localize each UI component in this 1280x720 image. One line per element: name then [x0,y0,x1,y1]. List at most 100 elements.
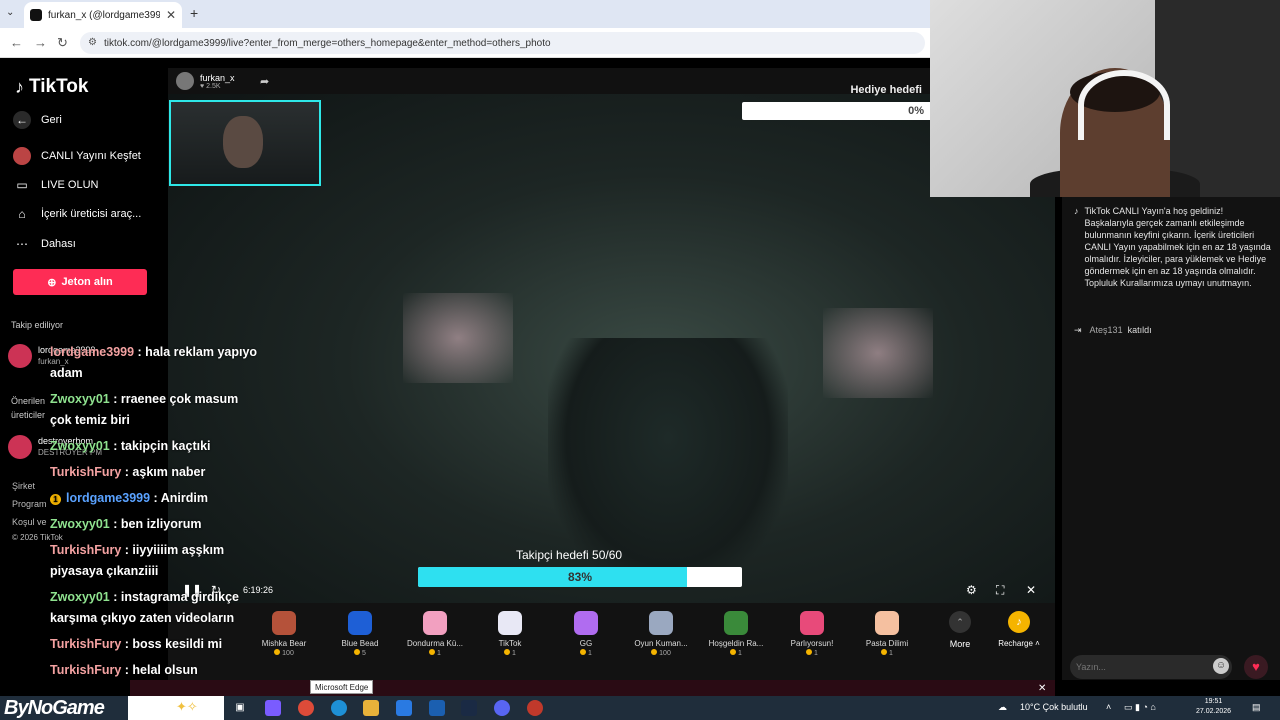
coin-icon: ♪ [1008,611,1030,633]
heart-icon[interactable]: ♥ [1244,655,1268,679]
discord-icon[interactable] [494,700,510,716]
tray-icons[interactable]: ▭ ▮ ◔ ⌂ [1124,702,1156,713]
sidebar-item-back[interactable]: ← Geri [13,111,62,129]
live-icon [13,147,31,165]
back-icon[interactable]: ← [10,35,23,50]
level-badge: 1 [50,494,61,505]
emoji-icon[interactable]: ☺ [1213,658,1229,674]
get-coins-button[interactable]: ⊕ Jeton alın [13,269,147,295]
copilot-icon[interactable] [265,700,281,716]
gift-item[interactable]: Blue Bead 5 [322,611,398,657]
gift-name: Pasta Dilimi [865,639,909,648]
tiktok-logo[interactable]: ♪ TikTok [15,76,88,98]
clock[interactable]: 19:51 27.02.2026 [1196,697,1231,717]
sidebar-item-label: Geri [41,114,62,126]
live-video-player[interactable]: furkan_x ♥ 2.5K ➦ Hediye hedefi 0% Takip… [168,68,1055,603]
tab-title: furkan_x (@lordgame3999) CANLI [48,9,160,21]
more-icon: ⋯ [16,237,28,251]
streamer-info[interactable]: furkan_x ♥ 2.5K [176,72,235,90]
sidebar-item-label: İçerik üreticisi araç... [41,208,142,220]
avatar [8,435,32,459]
coin-icon [354,649,361,655]
joined-user[interactable]: Ateş131 [1090,325,1123,335]
gift-price: 1 [738,650,742,657]
sidebar-item-creator-tools[interactable]: ⌂ İçerik üreticisi araç... [13,205,141,223]
sidebar-item-explore-live[interactable]: CANLI Yayını Keşfet [13,147,141,165]
browser-tab-bar: ⌄ furkan_x (@lordgame3999) CANLI ✕ + [0,0,930,28]
new-tab-icon[interactable]: + [190,5,198,21]
settings-icon[interactable]: ⚙ [966,583,977,597]
steam-icon[interactable] [461,700,477,716]
footer-copyright: © 2026 TikTok [12,533,63,542]
gift-item[interactable]: Pasta Dilimi 1 [849,611,925,657]
gift-item[interactable]: Hoşgeldin Ra... 1 [698,611,774,657]
weather-text[interactable]: 10°C Çok bulutlu [1020,702,1088,712]
gift-item[interactable]: Mishka Bear 100 [246,611,322,657]
footer-terms[interactable]: Koşul ve [12,517,47,527]
tab-list-icon[interactable]: ⌄ [6,7,14,18]
gift-item[interactable]: TikTok 1 [472,611,548,657]
gift-item[interactable]: GG 1 [548,611,624,657]
close-icon[interactable]: ✕ [1038,683,1046,694]
gift-image-icon [800,611,824,635]
browser-tab[interactable]: furkan_x (@lordgame3999) CANLI ✕ [24,2,182,28]
edge-icon[interactable] [331,700,347,716]
mail-icon[interactable] [429,700,445,716]
follow-goal-percent: 83% [567,570,593,584]
overlay-message-cont: piyasaya çıkanziiii [50,564,159,578]
gift-name: Dondurma Kü... [406,639,464,648]
coin-icon [580,649,587,655]
overlay-message: TurkishFury : aşkım naber [50,465,206,479]
webcam-overlay [930,0,1280,197]
clock-time: 19:51 [1204,698,1223,705]
gift-name: GG [579,639,593,648]
coin-icon [274,649,281,655]
streamer-name: furkan_x [200,72,235,83]
store-icon[interactable] [396,700,412,716]
forward-icon[interactable]: → [34,35,47,50]
file-explorer-icon[interactable] [363,700,379,716]
scene-light [823,308,933,398]
obs-icon[interactable] [527,700,543,716]
gift-item[interactable]: Dondurma Kü... 1 [397,611,473,657]
sidebar-item-go-live[interactable]: ▭ LIVE OLUN [13,176,98,194]
chrome-icon[interactable] [298,700,314,716]
gift-image-icon [348,611,372,635]
gift-item[interactable]: Oyun Kuman... 100 [623,611,699,657]
footer-program[interactable]: Program [12,499,47,509]
mute-icon[interactable]: ✕ [1026,583,1036,597]
arrow-left-icon: ← [13,111,31,129]
fullscreen-icon[interactable]: ⛶ [996,583,1004,598]
more-gifts-button[interactable]: ⌃ More [940,611,980,649]
streamer-cam-thumbnail [169,100,321,186]
sparkle-icon: ✦✧ [176,699,198,714]
site-info-icon[interactable]: ⚙ [88,37,97,48]
gift-image-icon [649,611,673,635]
recharge-button[interactable]: ♪ Recharge ˄ [991,611,1047,648]
gift-price: 5 [362,650,366,657]
share-icon[interactable]: ➦ [260,75,269,88]
gift-item[interactable]: Parlıyorsun! 1 [774,611,850,657]
weather-icon[interactable]: ☁ [998,702,1007,713]
sidebar-item-more[interactable]: ⋯ Dahası [13,235,76,253]
sidebar-item-label: LIVE OLUN [41,179,99,191]
address-bar: ← → ↻ ⚙ tiktok.com/@lordgame3999/live?en… [0,28,930,58]
gift-price: 1 [588,650,592,657]
task-view-icon[interactable]: ▣ [232,700,248,716]
joined-text: katıldı [1127,325,1152,335]
gift-image-icon [724,611,748,635]
clock-date: 27.02.2026 [1196,708,1232,715]
chevron-up-icon[interactable]: ˄ [1106,702,1111,712]
reload-icon[interactable]: ↻ [57,35,68,51]
chat-input[interactable] [1070,655,1232,679]
following-title: Takip ediliyor [11,320,64,330]
join-icon: ⇥ [1074,325,1082,335]
url-input[interactable]: ⚙ tiktok.com/@lordgame3999/live?enter_fr… [80,32,925,54]
notification-icon[interactable]: ▤ [1252,702,1261,713]
close-tab-icon[interactable]: ✕ [166,8,176,22]
chevron-up-icon: ˄ [1035,639,1040,648]
overlay-message: lordgame3999 : hala reklam yapıyo [50,345,258,359]
coin-icon [730,649,737,655]
footer-company[interactable]: Şirket [12,481,35,491]
gift-name: Mishka Bear [261,639,307,648]
